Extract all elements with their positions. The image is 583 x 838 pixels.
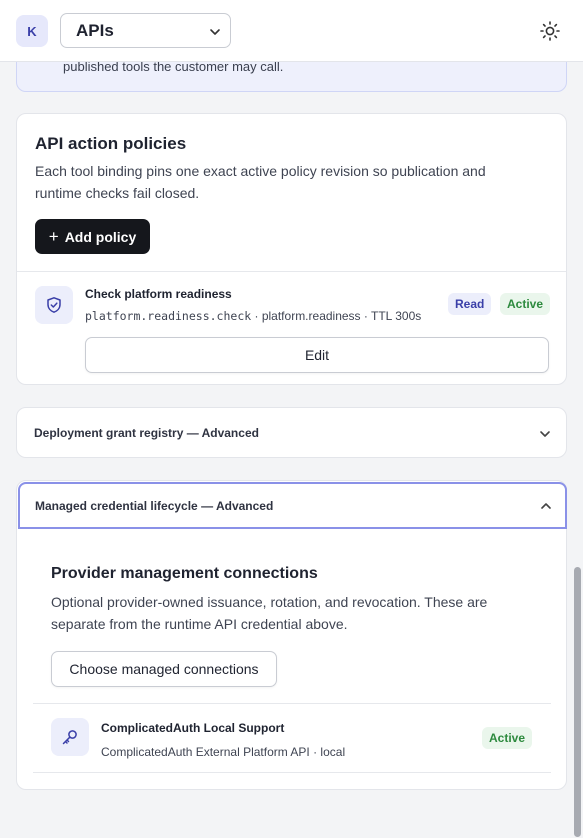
grant-registry-title: Deployment grant registry — Advanced	[34, 426, 259, 440]
connection-name: ComplicatedAuth Local Support	[101, 721, 285, 735]
access-badge: Read	[448, 293, 492, 315]
connection-meta: ComplicatedAuth External Platform API · …	[101, 745, 346, 759]
workspace-avatar[interactable]: K	[16, 15, 48, 47]
managed-credential-accordion: Managed credential lifecycle — Advanced …	[16, 480, 567, 790]
add-policy-label: Add policy	[64, 228, 137, 245]
policy-code: platform.readiness.check	[85, 309, 252, 323]
provider-connections-title: Provider management connections	[51, 565, 318, 582]
chevron-down-icon	[210, 29, 220, 35]
key-icon	[51, 718, 89, 756]
divider	[17, 271, 566, 272]
sun-icon[interactable]	[539, 20, 561, 42]
connection-status-badge: Active	[482, 727, 533, 749]
managed-credential-header[interactable]: Managed credential lifecycle — Advanced	[18, 482, 567, 529]
provider-connections-description: Optional provider-owned issuance, rotati…	[51, 594, 488, 632]
edit-policy-button[interactable]: Edit	[85, 337, 549, 373]
top-bar: K APIs	[0, 0, 583, 62]
api-action-policies-card: API action policies Each tool binding pi…	[16, 113, 567, 385]
chevron-up-icon	[541, 503, 551, 509]
status-badge: Active	[500, 293, 551, 315]
shield-check-icon	[35, 286, 73, 324]
policies-description: Each tool binding pins one exact active …	[35, 163, 486, 201]
managed-credential-title: Managed credential lifecycle — Advanced	[35, 499, 274, 513]
policy-details: · platform.readiness · TTL 300s	[251, 309, 422, 323]
chevron-down-icon	[540, 431, 550, 437]
policies-title: API action policies	[35, 134, 187, 153]
divider	[33, 772, 551, 773]
choose-managed-connections-button[interactable]: Choose managed connections	[51, 651, 277, 687]
add-policy-button[interactable]: + Add policy	[35, 219, 150, 254]
plus-icon: +	[48, 227, 59, 246]
scrollbar-thumb[interactable]	[574, 567, 581, 837]
grant-registry-accordion[interactable]: Deployment grant registry — Advanced	[16, 407, 567, 458]
policy-meta: platform.readiness.check · platform.read…	[85, 309, 421, 323]
divider	[33, 703, 551, 704]
section-select[interactable]: APIs	[60, 13, 231, 48]
policy-name: Check platform readiness	[85, 287, 232, 301]
section-select-value: APIs	[76, 20, 114, 40]
